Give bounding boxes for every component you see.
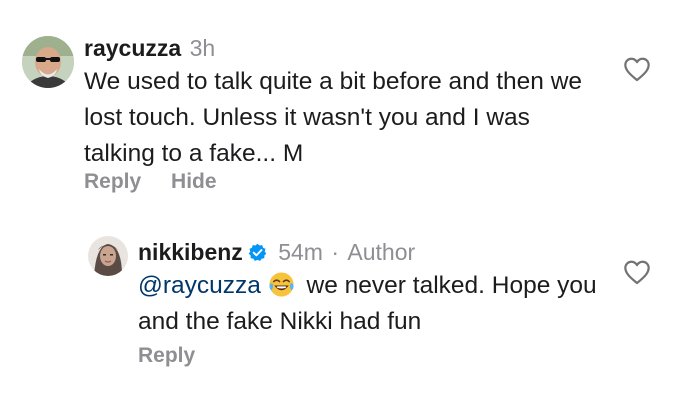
timestamp: 3h	[189, 35, 216, 61]
man-with-sunglasses-avatar-icon	[22, 36, 74, 88]
comment-text: We used to talk quite a bit before and t…	[84, 68, 583, 167]
like-heart-icon[interactable]	[623, 259, 651, 285]
comment-raycuzza: raycuzza 3h We used to talk quite a bit …	[0, 0, 680, 200]
comment-actions: Reply Hide	[84, 169, 217, 195]
comment-actions: Reply	[138, 343, 195, 369]
mention-link[interactable]: @raycuzza	[138, 272, 261, 299]
username[interactable]: raycuzza	[84, 35, 181, 61]
verified-badge-icon	[248, 240, 267, 261]
comment-text: @raycuzza we never talked. Hope you and …	[138, 268, 608, 340]
comment-header: nikkibenz 54m · Author	[138, 238, 415, 266]
woman-portrait-avatar-icon	[88, 236, 128, 276]
avatar[interactable]	[22, 36, 74, 88]
hide-button[interactable]: Hide	[171, 170, 217, 193]
author-label: Author	[347, 239, 416, 265]
reply-button[interactable]: Reply	[84, 170, 141, 193]
timestamp: 54m	[278, 239, 323, 265]
tears-of-joy-emoji-icon	[268, 271, 295, 298]
separator-dot: ·	[331, 239, 340, 265]
reply-button[interactable]: Reply	[138, 344, 195, 367]
avatar[interactable]	[88, 236, 128, 276]
username[interactable]: nikkibenz	[138, 239, 243, 265]
comment-header: raycuzza 3h	[84, 34, 215, 62]
comment-nikkibenz: nikkibenz 54m · Author @raycuzza we neve…	[0, 200, 680, 412]
like-heart-icon[interactable]	[623, 56, 651, 82]
